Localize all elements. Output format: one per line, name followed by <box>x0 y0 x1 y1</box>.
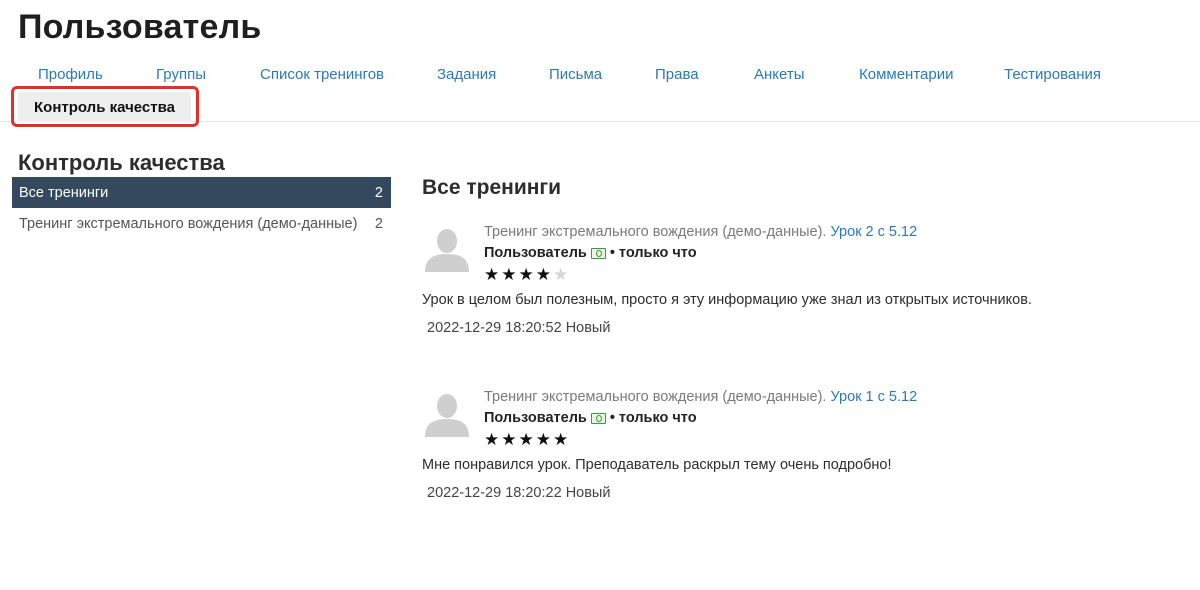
tab-comments[interactable]: Комментарии <box>859 66 953 83</box>
sidebar-list: Все тренинги 2 Тренинг экстремального во… <box>12 177 391 239</box>
comment-lesson-link[interactable]: Урок 1 с 5.12 <box>831 389 918 405</box>
active-tab-highlight: Контроль качества <box>11 86 199 127</box>
comment-meta: Тренинг экстремального вождения (демо-да… <box>484 224 917 240</box>
sidebar-item-extreme-driving[interactable]: Тренинг экстремального вождения (демо-да… <box>12 208 391 239</box>
comment-time-separator: • <box>609 245 615 261</box>
tab-profile[interactable]: Профиль <box>38 66 103 83</box>
comment-author[interactable]: Пользователь <box>484 410 587 426</box>
star-filled-icon: ★ <box>484 265 502 284</box>
content-title: Все тренинги <box>422 176 562 199</box>
star-filled-icon: ★ <box>553 430 571 449</box>
tab-rights[interactable]: Права <box>655 66 699 83</box>
star-filled-icon: ★ <box>535 265 553 284</box>
star-empty-icon: ★ <box>553 265 571 284</box>
sidebar-item-all-trainings[interactable]: Все тренинги 2 <box>12 177 391 208</box>
comment-date: 2022-12-29 18:20:52 <box>427 320 562 336</box>
tab-tasks[interactable]: Задания <box>437 66 496 83</box>
tab-bar: Профиль Группы Список тренингов Задания … <box>0 60 1200 127</box>
comment-lesson-link[interactable]: Урок 2 с 5.12 <box>831 224 918 240</box>
comment-date: 2022-12-29 18:20:22 <box>427 485 562 501</box>
sidebar-item-count: 2 <box>374 215 383 232</box>
tab-quality-control[interactable]: Контроль качества <box>18 92 191 122</box>
comment-date-line: 2022-12-29 18:20:22 Новый <box>427 485 610 501</box>
comment-author[interactable]: Пользователь <box>484 245 587 261</box>
tab-trainings-list[interactable]: Список тренингов <box>260 66 384 83</box>
sidebar-item-label: Тренинг экстремального вождения (демо-да… <box>19 215 358 232</box>
star-filled-icon: ★ <box>501 265 519 284</box>
comment-time-separator: • <box>609 410 615 426</box>
star-filled-icon: ★ <box>518 430 536 449</box>
sidebar-title: Контроль качества <box>18 150 225 175</box>
star-filled-icon: ★ <box>518 265 536 284</box>
comment-date-line: 2022-12-29 18:20:52 Новый <box>427 320 610 336</box>
comment-training: Тренинг экстремального вождения (демо-да… <box>484 224 827 240</box>
comment-text: Урок в целом был полезным, просто я эту … <box>422 292 1032 308</box>
star-filled-icon: ★ <box>501 430 519 449</box>
comment-status: Новый <box>565 320 611 336</box>
comment-author-line: Пользователь • только что <box>484 245 697 261</box>
comment-text: Мне понравился урок. Преподаватель раскр… <box>422 457 892 473</box>
sidebar-item-label: Все тренинги <box>19 184 109 201</box>
money-icon <box>590 412 606 424</box>
user-silhouette-icon <box>422 389 472 439</box>
sidebar-item-count: 2 <box>374 184 383 201</box>
star-filled-icon: ★ <box>484 430 502 449</box>
comment-author-line: Пользователь • только что <box>484 410 697 426</box>
money-icon <box>590 247 606 259</box>
comment-time: только что <box>618 410 697 426</box>
tab-groups[interactable]: Группы <box>156 66 206 83</box>
comment-rating: ★★★★★ <box>484 265 570 285</box>
comment-meta: Тренинг экстремального вождения (демо-да… <box>484 389 917 405</box>
user-silhouette-icon <box>422 224 472 274</box>
tab-forms[interactable]: Анкеты <box>754 66 805 83</box>
comment-training: Тренинг экстремального вождения (демо-да… <box>484 389 827 405</box>
comment-status: Новый <box>565 485 611 501</box>
tab-letters[interactable]: Письма <box>549 66 602 83</box>
star-filled-icon: ★ <box>535 430 553 449</box>
tab-testing[interactable]: Тестирования <box>1004 66 1101 83</box>
page-title: Пользователь <box>18 8 262 46</box>
comment-time: только что <box>618 245 697 261</box>
comment-rating: ★★★★★ <box>484 430 570 450</box>
